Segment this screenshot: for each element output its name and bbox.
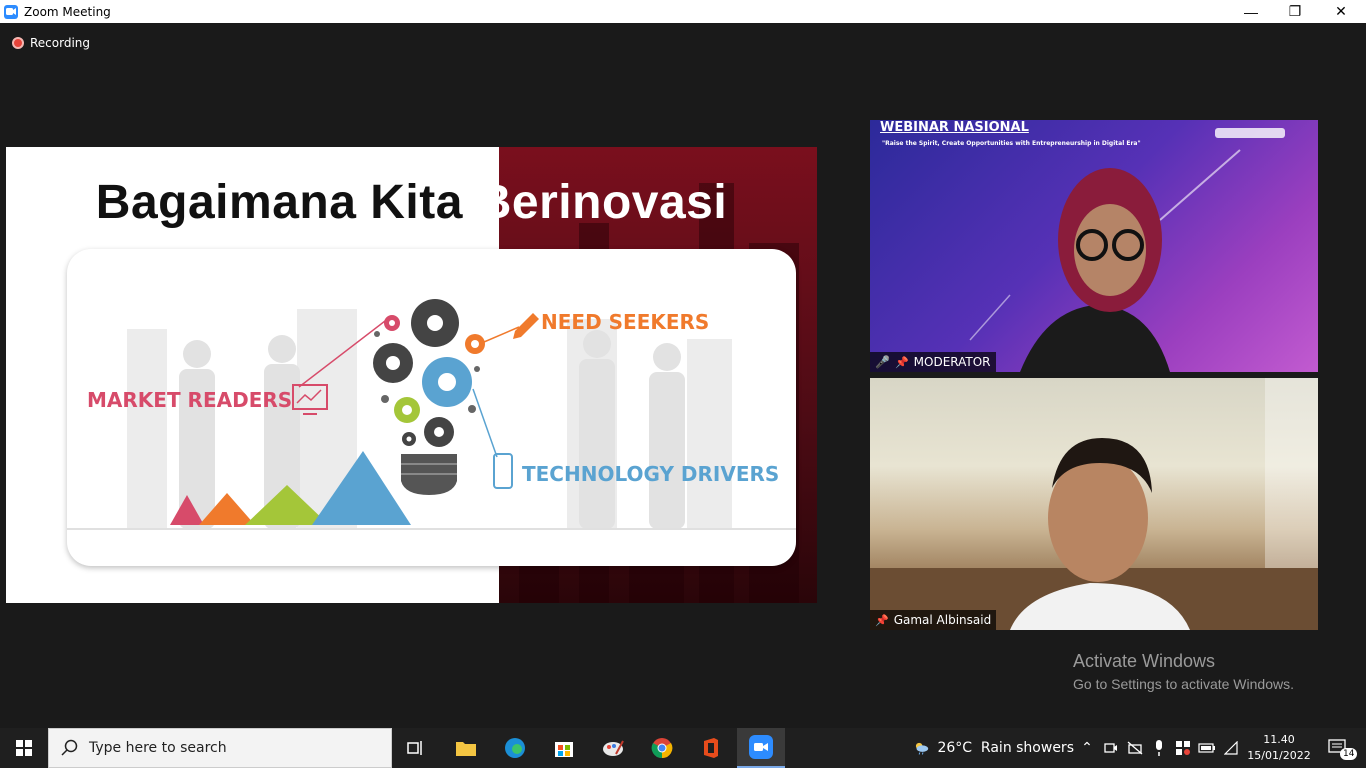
activate-line-1: Activate Windows (1073, 651, 1216, 671)
restore-button[interactable]: ❐ (1272, 0, 1318, 23)
recording-label: Recording (30, 36, 91, 50)
windows-taskbar: Type here to search 26°C Rain showers ⌃ … (0, 728, 1366, 768)
speaker-name: Gamal Albinsaid (893, 613, 992, 627)
video-tile-speaker[interactable]: 📌 Gamal Albinsaid (870, 378, 1318, 630)
window-titlebar: Zoom Meeting — ❐ ✕ (0, 0, 1366, 23)
clock-date: 15/01/2022 (1247, 749, 1311, 762)
meeting-stage: Recording Bagaimana Kita Berinovasi MARK… (0, 23, 1366, 728)
windows-icon (16, 740, 32, 756)
search-placeholder: Type here to search (89, 740, 227, 756)
restore-icon: ❐ (1288, 3, 1302, 19)
pin-icon: 📌 (894, 355, 909, 369)
start-button[interactable] (0, 728, 48, 768)
store-icon (555, 742, 573, 757)
label-need-seekers: NEED SEEKERS (541, 310, 710, 334)
label-technology-drivers: TECHNOLOGY DRIVERS (522, 462, 780, 486)
paint-icon (603, 740, 624, 756)
chevron-up-icon: ⌃ (1081, 740, 1093, 756)
slide-title-left: Bagaimana Kita (95, 176, 463, 229)
video-tile-moderator[interactable]: WEBINAR NASIONAL "Raise the Spirit, Crea… (870, 120, 1318, 372)
zoom-app-icon (4, 4, 18, 19)
microphone-tray-button[interactable] (1148, 728, 1170, 768)
network-disconnected-icon (1127, 741, 1143, 755)
edge-button[interactable] (495, 728, 535, 768)
recording-indicator[interactable]: Recording (12, 36, 90, 50)
slide-card: MARKET READERS NEED SEEKERS TECHNOLOGY D… (67, 249, 796, 566)
moderator-nametag: 🎤 📌 MODERATOR (870, 352, 996, 372)
close-icon: ✕ (1335, 3, 1347, 19)
task-view-icon (407, 741, 422, 755)
office-icon (704, 738, 718, 758)
store-button[interactable] (544, 728, 584, 768)
clock-time: 11.40 (1263, 733, 1295, 746)
paint-app-button[interactable] (593, 728, 633, 768)
network-tray-button[interactable] (1124, 728, 1146, 768)
security-tray-button[interactable] (1172, 728, 1194, 768)
slide-title: Bagaimana Kita Berinovasi (6, 175, 817, 230)
microphone-icon (1156, 740, 1162, 756)
file-explorer-button[interactable] (446, 728, 486, 768)
shared-screen: Bagaimana Kita Berinovasi MARKET READERS… (6, 147, 817, 603)
show-hidden-icons-button[interactable]: ⌃ (1076, 728, 1098, 768)
speaker-video-frame (870, 378, 1318, 630)
weather-text: 26°C Rain showers (937, 740, 1074, 756)
speaker-nametag: 📌 Gamal Albinsaid (870, 610, 997, 630)
label-market-readers: MARKET READERS (87, 388, 293, 412)
zoom-taskbar-button[interactable] (737, 728, 785, 768)
moderator-name: MODERATOR (913, 355, 991, 369)
chrome-icon (651, 738, 673, 759)
activate-line-2: Go to Settings to activate Windows. (1073, 676, 1294, 692)
chrome-button[interactable] (642, 728, 682, 768)
wifi-tray-button[interactable] (1220, 728, 1242, 768)
weather-widget[interactable]: 26°C Rain showers (914, 728, 1074, 768)
rain-cloud-icon (915, 742, 929, 755)
minimize-icon: — (1244, 3, 1258, 20)
office-button[interactable] (691, 728, 731, 768)
taskbar-search-box[interactable]: Type here to search (48, 728, 392, 768)
shield-icon (1176, 741, 1190, 755)
notification-count-badge: 14 (1340, 748, 1358, 760)
notification-center-button[interactable]: 14 (1318, 728, 1358, 768)
zoom-icon (749, 735, 773, 759)
taskbar-clock[interactable]: 11.40 15/01/2022 (1244, 732, 1314, 764)
minimize-button[interactable]: — (1228, 0, 1274, 23)
task-view-button[interactable] (396, 728, 436, 768)
folder-icon (456, 742, 476, 756)
slide-title-right: Berinovasi (476, 176, 728, 229)
mic-muted-icon: 🎤 (875, 355, 890, 369)
window-title: Zoom Meeting (24, 4, 111, 19)
battery-tray-button[interactable] (1196, 728, 1218, 768)
pin-icon: 📌 (875, 613, 889, 627)
close-button[interactable]: ✕ (1318, 0, 1364, 23)
moderator-video-frame (969, 128, 1285, 372)
recording-icon (12, 37, 24, 49)
camera-icon (1104, 743, 1117, 753)
activate-windows-watermark: Activate Windows Go to Settings to activ… (1073, 651, 1294, 692)
battery-icon (1198, 743, 1215, 753)
search-icon (61, 739, 78, 756)
wifi-icon (1224, 741, 1238, 755)
edge-icon (505, 738, 525, 758)
camera-tray-button[interactable] (1100, 728, 1122, 768)
